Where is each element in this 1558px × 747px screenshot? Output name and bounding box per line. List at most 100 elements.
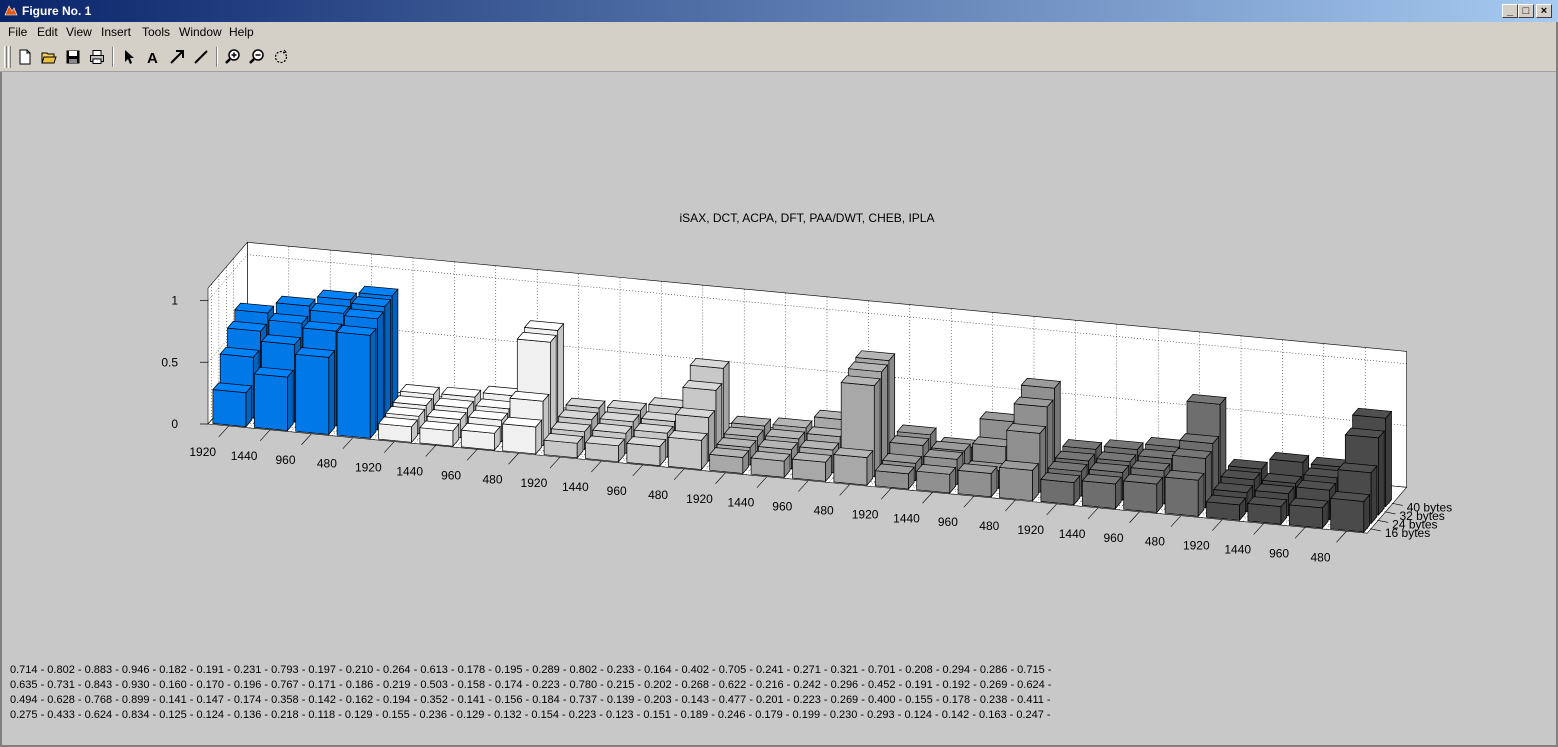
x-tick-label: 960 [275, 453, 295, 467]
x-tick-label: 480 [814, 503, 834, 517]
data-line-2: 0.635 - 0.731 - 0.843 - 0.930 - 0.160 - … [10, 679, 1052, 691]
bar-front-face [1164, 476, 1199, 517]
close-button[interactable]: × [1536, 4, 1552, 18]
x-tick-label: 960 [1103, 531, 1123, 545]
bar-front-face [916, 470, 951, 494]
new-file-icon[interactable] [14, 46, 36, 68]
window-title: Figure No. 1 [22, 4, 92, 18]
x-tick-mark [756, 476, 768, 488]
toolbar-separator [216, 47, 218, 67]
x-tick-mark [839, 484, 850, 496]
text-insert-icon[interactable]: A [142, 46, 164, 68]
y-tick-mark [1385, 511, 1396, 515]
arrow-insert-icon[interactable] [166, 46, 188, 68]
bar-front-face [253, 373, 288, 431]
bar [626, 436, 667, 467]
menu-tools[interactable]: Tools [142, 25, 170, 39]
bar-side-face [328, 349, 335, 436]
chart-title: iSAX, DCT, ACPA, DFT, PAA/DWT, CHEB, IPL… [680, 211, 935, 225]
z-tick-label: 0 [171, 417, 178, 431]
menu-file[interactable]: File [8, 25, 27, 39]
bar [1205, 494, 1247, 522]
x-tick-label: 480 [317, 457, 337, 471]
bar [543, 433, 584, 459]
x-tick-mark [1129, 511, 1140, 523]
maximize-button[interactable]: □ [1518, 4, 1534, 18]
bar-front-face [1330, 497, 1365, 533]
bar-side-face [1370, 464, 1378, 525]
bar [791, 451, 833, 483]
menu-window[interactable]: Window [179, 25, 222, 39]
svg-text:A: A [147, 50, 158, 65]
bar [419, 420, 460, 448]
bar [667, 430, 708, 471]
menu-edit[interactable]: Edit [37, 25, 58, 39]
open-file-icon[interactable] [38, 46, 60, 68]
zoom-in-icon[interactable] [222, 46, 244, 68]
save-icon[interactable] [62, 46, 84, 68]
minimize-button[interactable]: _ [1502, 4, 1518, 18]
bar-front-face [1081, 480, 1116, 509]
x-tick-label: 1440 [396, 464, 423, 478]
menu-insert[interactable]: Insert [101, 25, 131, 39]
title-bar[interactable]: Figure No. 1 _ □ × [0, 0, 1558, 22]
z-tick-label: 1 [171, 294, 178, 308]
select-arrow-icon[interactable] [118, 46, 140, 68]
bar-front-face [957, 470, 992, 498]
bar-side-face [384, 298, 391, 423]
bar-front-face [336, 331, 371, 439]
bar [294, 347, 336, 436]
bar-side-face [369, 327, 377, 440]
zoom-out-icon[interactable] [246, 46, 268, 68]
print-icon[interactable] [86, 46, 108, 68]
bar [212, 382, 253, 428]
x-tick-label: 1920 [1017, 523, 1044, 537]
bar-side-face [1385, 410, 1392, 508]
bar [1288, 497, 1329, 530]
bar [584, 435, 626, 463]
bar-front-face [1288, 504, 1323, 529]
x-tick-mark [218, 425, 229, 438]
y-tick-mark [1378, 520, 1389, 523]
bar-front-face [667, 436, 702, 470]
bar [253, 366, 294, 432]
z-tick-label: 0.5 [161, 355, 178, 369]
x-tick-mark [1294, 527, 1306, 539]
x-tick-mark [384, 441, 395, 453]
line-insert-icon[interactable] [190, 46, 212, 68]
y-tick-mark [1370, 528, 1381, 532]
rotate-icon[interactable] [270, 46, 292, 68]
bar3d-chart[interactable]: 0 0.5 1 1920 1440 960 480 1920 1440 960 480 1920 144… [2, 72, 1556, 745]
menu-view[interactable]: View [66, 25, 92, 39]
x-tick-label: 480 [979, 519, 999, 533]
x-tick-label: 960 [1269, 546, 1289, 560]
x-tick-mark [508, 453, 519, 465]
bar [1081, 473, 1122, 510]
bar-side-face [287, 369, 294, 432]
x-tick-label: 960 [938, 515, 958, 529]
bar-side-face [873, 377, 881, 478]
x-tick-mark [963, 495, 975, 508]
bar-front-face [1247, 503, 1282, 525]
x-tick-label: 1920 [686, 492, 713, 506]
bar [501, 416, 543, 455]
menu-help[interactable]: Help [229, 25, 254, 39]
toolbar-separator [112, 47, 114, 67]
x-tick-label: 1920 [521, 476, 548, 490]
x-tick-mark [1046, 503, 1057, 516]
y-tick-label: 16 bytes [1385, 526, 1430, 540]
x-tick-mark [1253, 523, 1264, 535]
toolbar-grip[interactable] [4, 46, 7, 68]
x-tick-label: 1440 [562, 480, 589, 494]
x-tick-label: 480 [1145, 535, 1165, 549]
figure-canvas[interactable]: 0 0.5 1 1920 1440 960 480 1920 1440 960 480 1920 144… [2, 72, 1556, 745]
x-tick-mark [425, 445, 436, 457]
x-tick-mark [673, 468, 685, 481]
bar [957, 463, 998, 498]
x-tick-mark [798, 480, 809, 492]
x-tick-mark [715, 472, 726, 484]
bar-front-face [212, 389, 247, 428]
bar-side-face [377, 311, 384, 431]
bar [833, 447, 874, 487]
toolbar-grip[interactable] [8, 46, 11, 68]
